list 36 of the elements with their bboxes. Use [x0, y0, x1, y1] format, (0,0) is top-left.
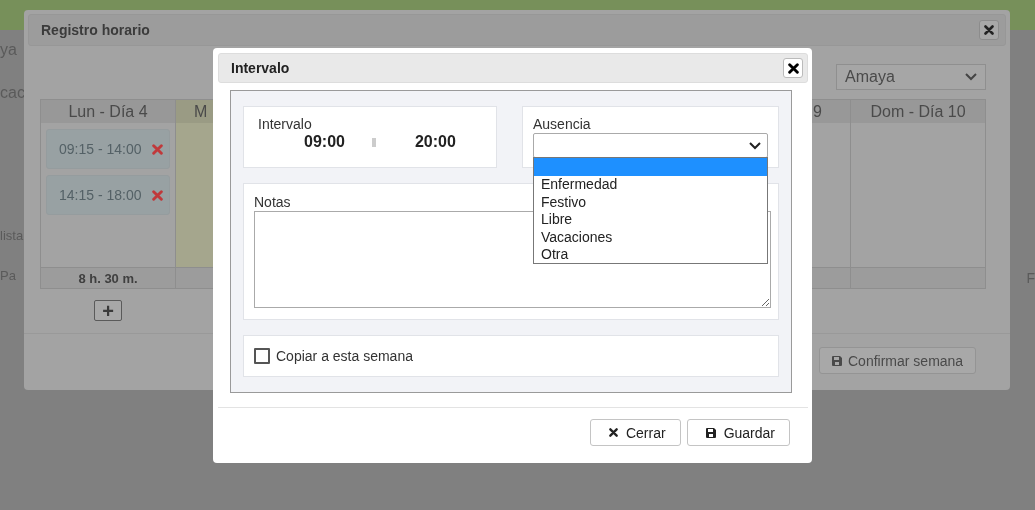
field-label: Ausencia	[533, 116, 591, 132]
day-header: Dom - Día 10	[870, 102, 966, 121]
start-time-field[interactable]: 09:00	[304, 133, 345, 151]
dropdown-option[interactable]: Festivo	[534, 193, 767, 211]
field-label: Notas	[254, 194, 291, 210]
checkbox-label[interactable]: Copiar a esta semana	[276, 348, 413, 365]
close-icon	[984, 25, 994, 35]
field-label: Intervalo	[258, 116, 312, 132]
dropdown-option[interactable]: Vacaciones	[534, 228, 767, 246]
close-icon	[608, 428, 618, 437]
dropdown-option[interactable]: Enfermedad	[534, 175, 767, 193]
end-time-field[interactable]: 20:00	[414, 133, 456, 151]
dialog-title: Registro horario	[41, 22, 150, 38]
save-icon	[705, 427, 716, 438]
day-total: 8 h. 30 m.	[78, 270, 138, 286]
chevron-down-icon	[749, 141, 761, 150]
confirm-week-button[interactable]: Confirmar semana	[819, 347, 977, 374]
close-button[interactable]	[979, 20, 999, 40]
save-button[interactable]: Guardar	[686, 419, 790, 446]
dropdown-option[interactable]: Otra	[534, 245, 767, 263]
close-icon	[787, 62, 799, 74]
absence-select[interactable]	[533, 133, 768, 158]
delete-icon	[152, 189, 163, 201]
dialog-title: Intervalo	[231, 60, 290, 76]
day-header: Lun - Día 4	[68, 102, 148, 121]
day-header: M	[194, 102, 208, 121]
close-button[interactable]: Cerrar	[589, 419, 681, 446]
checkbox[interactable]	[254, 348, 270, 365]
chevron-down-icon	[965, 73, 977, 81]
dropdown-option[interactable]: Libre	[534, 210, 767, 228]
close-button[interactable]	[783, 58, 803, 78]
day-header: 9	[813, 102, 822, 121]
employee-select[interactable]: Amaya	[836, 64, 986, 90]
save-icon	[832, 355, 842, 366]
add-button[interactable]: +	[94, 300, 122, 321]
delete-icon	[152, 143, 163, 155]
